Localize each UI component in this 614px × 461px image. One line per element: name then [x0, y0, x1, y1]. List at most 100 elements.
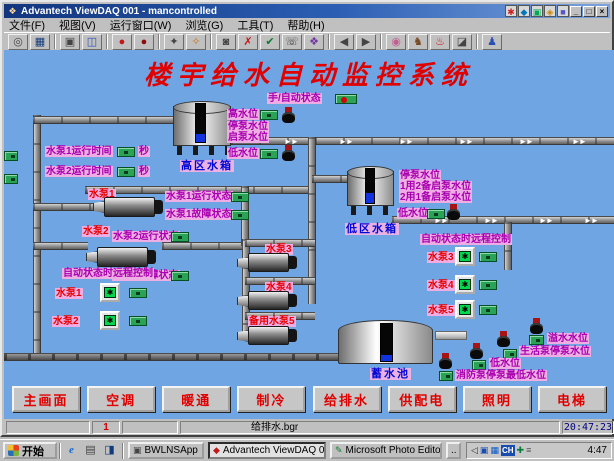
pump3-control-button[interactable]: ✱ [455, 247, 475, 266]
task-overflow-button[interactable]: .. [446, 442, 461, 459]
pump-body [104, 197, 155, 217]
menu-file[interactable]: 文件(F) [9, 17, 45, 33]
menu-tools[interactable]: 工具(T) [237, 17, 273, 33]
mark-red-icon[interactable]: ✗ [238, 34, 258, 50]
control-button-icon: ✱ [459, 251, 471, 262]
display-icon[interactable]: ▣ [480, 443, 489, 458]
printer-icon[interactable]: ▣ [60, 34, 80, 50]
task-app-icon: ✎ [335, 445, 343, 456]
pump4-graphic [237, 291, 297, 310]
status-cell [122, 421, 178, 434]
domestic-stop-level-label: 生活泵停泵水位 [519, 346, 591, 357]
pump-cap [288, 294, 297, 307]
pipe [504, 222, 512, 270]
palette-icon[interactable]: ❖ [304, 34, 324, 50]
pump2-remote-indicator [129, 316, 147, 326]
volume-icon[interactable]: ◁ [471, 443, 478, 458]
windows-logo-icon [8, 445, 19, 456]
menu-runtime-window[interactable]: 运行窗口(W) [110, 17, 172, 33]
remote-pump3-label: 水泵3 [427, 252, 455, 263]
connection-icon[interactable]: ≡ [526, 443, 531, 458]
stop-ball-icon[interactable]: ● [112, 34, 132, 50]
flow-arrow: ►► [399, 137, 413, 146]
clapper-icon[interactable]: ◪ [452, 34, 472, 50]
remote-pump1-label: 水泵1 [55, 288, 83, 299]
pipe [33, 115, 41, 361]
workstation-icon[interactable]: ▦ [30, 34, 50, 50]
nav-power-distribution[interactable]: 供配电 [388, 386, 456, 412]
nav-water-supply[interactable]: 给排水 [313, 386, 381, 412]
zoom-icon[interactable]: ◎ [8, 34, 28, 50]
pipe-sensor-indicator [4, 151, 18, 161]
valve-icon [497, 331, 510, 348]
key-icon[interactable]: ✧ [186, 34, 206, 50]
pump2-fault-status-indicator [171, 271, 189, 281]
nav-hvac[interactable]: 暖通 [162, 386, 230, 412]
menu-view[interactable]: 视图(V) [59, 17, 96, 33]
titlebar-embedded-icon: ✱ [505, 5, 517, 17]
maximize-button[interactable]: □ [583, 6, 595, 17]
nav-lighting[interactable]: 照明 [463, 386, 531, 412]
reservoir-label: 蓄水池 [370, 368, 411, 380]
start-label: 开始 [22, 443, 44, 459]
confirm-check-icon[interactable]: ✔ [260, 34, 280, 50]
pump2-label: 水泵2 [82, 226, 110, 237]
plug-icon[interactable]: ✦ [164, 34, 184, 50]
nav-refrigeration[interactable]: 制冷 [237, 386, 305, 412]
titlebar-embedded-icon: ◈ [544, 5, 556, 17]
language-indicator[interactable]: CH [501, 445, 515, 456]
watchdog-icon[interactable]: ♞ [408, 34, 428, 50]
agent-icon[interactable]: ✚ [517, 443, 525, 458]
valve-icon [439, 353, 452, 370]
show-desktop-icon[interactable]: ▤ [83, 443, 98, 458]
pump1-control-button[interactable]: ✱ [100, 283, 120, 302]
reservoir-low-level-indicator [472, 360, 486, 370]
pipe [33, 203, 95, 211]
start-button[interactable]: 开始 [3, 442, 57, 459]
pipe [4, 353, 344, 361]
forward-arrow-icon[interactable]: ▶ [356, 34, 376, 50]
flow-arrow: ►► [539, 216, 553, 225]
close-button[interactable]: × [596, 6, 608, 17]
pump2-runtime-label: 水泵2运行时间 [45, 166, 113, 177]
pump2-control-button[interactable]: ✱ [100, 311, 120, 330]
minimize-button[interactable]: _ [570, 6, 582, 17]
pump-cap [288, 256, 297, 269]
high-level-indicator [260, 110, 278, 120]
pager-icon[interactable]: ☏ [282, 34, 302, 50]
nav-air-conditioning[interactable]: 空调 [87, 386, 155, 412]
overflow-level-label: 溢水水位 [547, 333, 589, 344]
pump-body [248, 291, 289, 310]
task-button-bwlnsapp[interactable]: ▣ BWLNSApp [128, 442, 204, 459]
pump4-control-button[interactable]: ✱ [455, 275, 475, 294]
auto-status-indicator [335, 94, 357, 104]
operator-icon[interactable]: ♟ [482, 34, 502, 50]
network-icon[interactable]: ▦ [490, 443, 499, 458]
titlebar-embedded-icon: ▣ [531, 5, 543, 17]
alarm-ball-icon[interactable]: ● [134, 34, 154, 50]
titlebar[interactable]: ❖ Advantech ViewDAQ 001 - mancontrolled … [4, 4, 610, 18]
task-button-photo-editor[interactable]: ✎ Microsoft Photo Editor [330, 442, 442, 459]
pump-body [248, 253, 289, 272]
task-button-viewdaq[interactable]: ◆ Advantech ViewDAQ 001... [208, 442, 326, 459]
nav-main-screen[interactable]: 主画面 [12, 386, 80, 412]
nav-elevator[interactable]: 电梯 [538, 386, 606, 412]
back-arrow-icon[interactable]: ◀ [334, 34, 354, 50]
pipe [435, 331, 467, 340]
snapshot-icon[interactable]: ◙ [216, 34, 236, 50]
flow-arrow: ►► [572, 137, 586, 146]
pump2-run-status-indicator [171, 232, 189, 242]
menu-go[interactable]: 浏览(G) [185, 17, 223, 33]
internet-explorer-icon[interactable]: e [64, 443, 79, 458]
reservoir-low-level-label: 低水位 [489, 358, 521, 369]
current-file: 给排水.bgr [180, 421, 560, 434]
paint-can-icon[interactable]: ♨ [430, 34, 450, 50]
eraser-icon[interactable]: ◉ [386, 34, 406, 50]
flow-arrow: ►► [519, 137, 533, 146]
menu-help[interactable]: 帮助(H) [287, 17, 324, 33]
channels-icon[interactable]: ◨ [102, 443, 117, 458]
stop-pump-level-label: 停泵水位 [227, 121, 269, 132]
trend-chart-icon[interactable]: ◫ [82, 34, 102, 50]
pump-cap [147, 250, 156, 264]
pump5-control-button[interactable]: ✱ [455, 300, 475, 319]
